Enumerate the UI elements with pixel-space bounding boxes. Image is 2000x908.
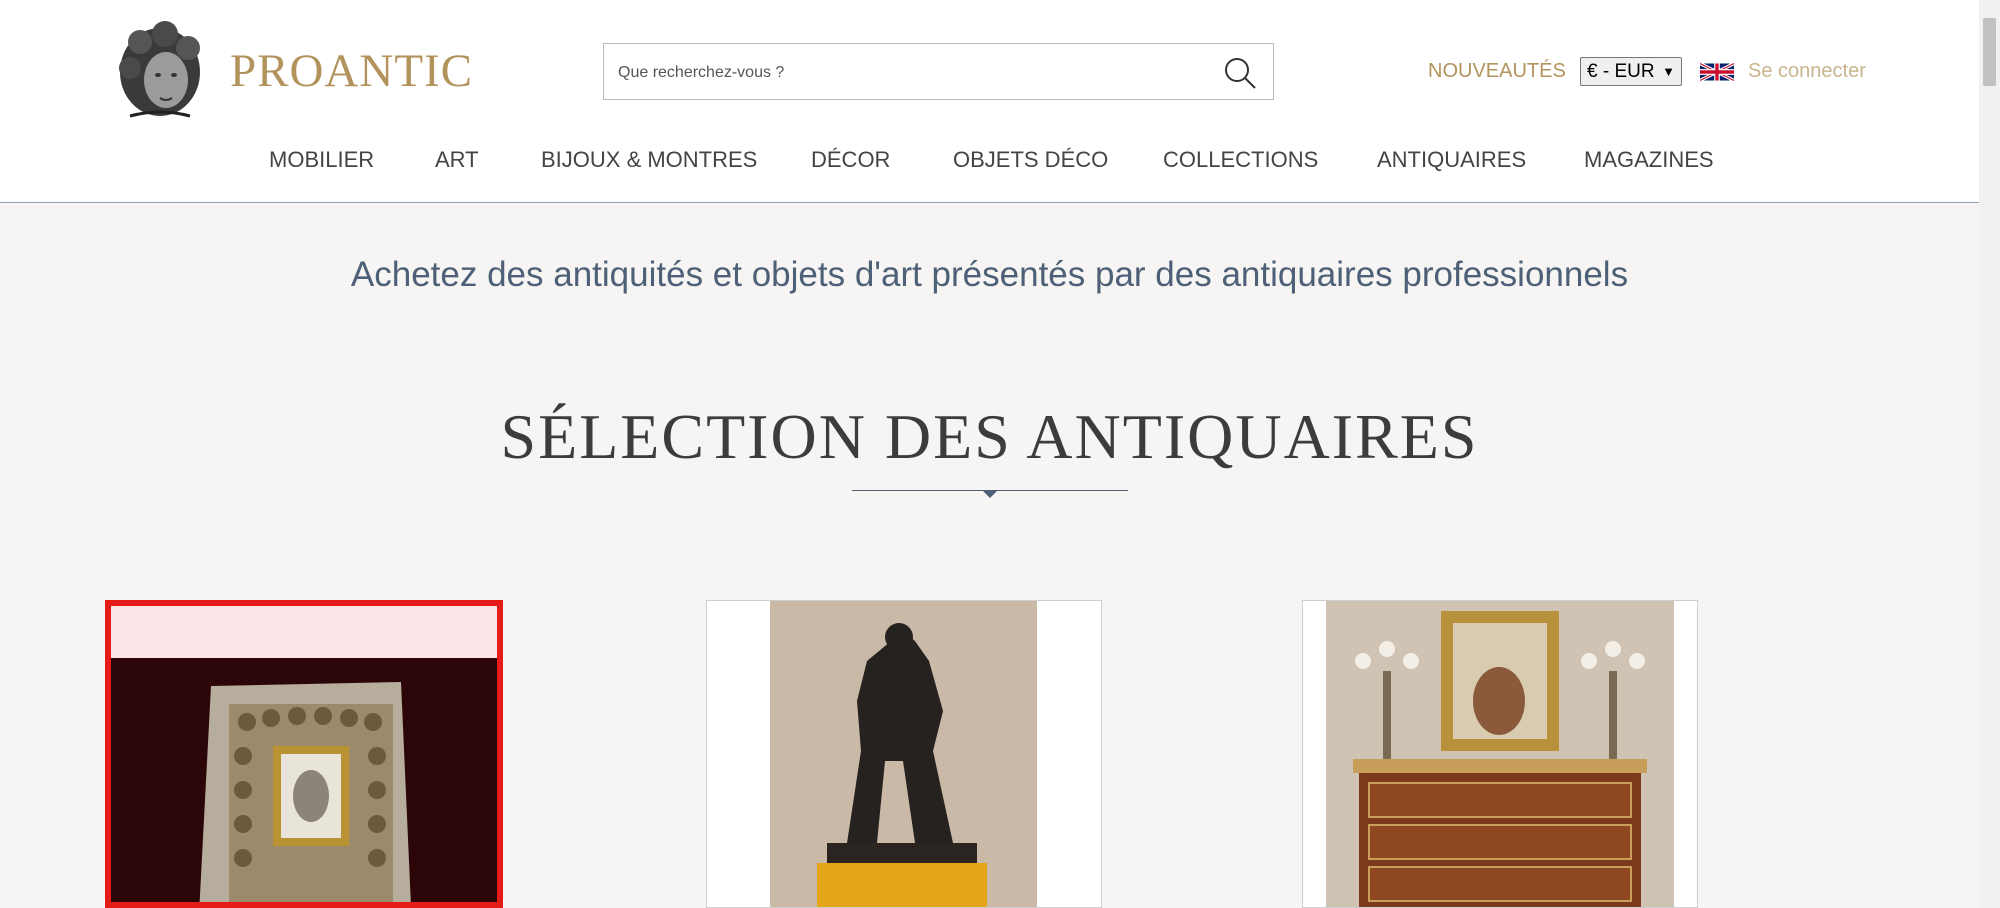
login-link[interactable]: Se connecter <box>1748 60 1866 83</box>
logo-head-icon <box>119 21 200 118</box>
site-header: PROANTIC NOUVEAUTÉS € - EUR ▼ Se connect… <box>0 0 1979 203</box>
divider-notch <box>982 490 998 498</box>
uk-flag-icon[interactable] <box>1700 60 1734 84</box>
nav-item-collections[interactable]: COLLECTIONS <box>1163 147 1318 173</box>
nav-item-magazines[interactable]: MAGAZINES <box>1584 147 1714 173</box>
framed-religious-engraving-image <box>111 606 497 902</box>
product-card[interactable] <box>706 600 1102 908</box>
page-scrollbar[interactable] <box>1979 0 2000 908</box>
nav-item-objets-deco[interactable]: OBJETS DÉCO <box>953 147 1108 173</box>
bronze-hercules-statue-image <box>707 601 1101 907</box>
logo-link[interactable]: PROANTIC <box>110 20 473 122</box>
nav-item-decor[interactable]: DÉCOR <box>811 147 890 173</box>
nav-item-bijoux-montres[interactable]: BIJOUX & MONTRES <box>541 147 757 173</box>
nouveautes-link[interactable]: NOUVEAUTÉS <box>1428 60 1566 83</box>
nav-item-art[interactable]: ART <box>435 147 479 173</box>
nav-item-antiquaires[interactable]: ANTIQUAIRES <box>1377 147 1526 173</box>
chevron-down-icon: ▼ <box>1662 64 1675 79</box>
currency-select[interactable]: € - EUR ▼ <box>1580 57 1682 86</box>
search-box <box>603 43 1274 101</box>
page-tagline: Achetez des antiquités et objets d'art p… <box>350 255 1629 294</box>
brand-name: PROANTIC <box>230 45 474 97</box>
nav-item-mobilier[interactable]: MOBILIER <box>269 147 374 173</box>
main-nav: MOBILIER ART BIJOUX & MONTRES DÉCOR OBJE… <box>0 147 1979 181</box>
section-title: SÉLECTION DES ANTIQUAIRES <box>500 401 1479 472</box>
currency-value: € - EUR <box>1587 61 1655 82</box>
search-icon[interactable] <box>1223 56 1257 90</box>
scrollbar-thumb[interactable] <box>1983 18 1996 86</box>
product-card[interactable] <box>1302 600 1698 908</box>
louis-xvi-commode-with-candelabra-image <box>1303 601 1697 907</box>
search-input[interactable] <box>616 44 1200 101</box>
product-card[interactable] <box>105 600 503 908</box>
